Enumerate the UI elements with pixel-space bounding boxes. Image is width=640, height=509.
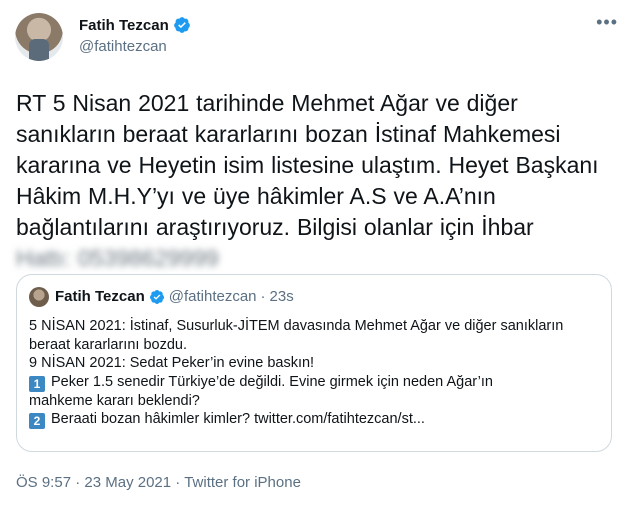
quoted-timestamp: 23s [269,288,294,305]
quoted-item-2-text: Beraati bozan hâkimler kimler? twitter.c… [51,411,425,427]
tweet-date-link[interactable]: 23 May 2021 [84,474,171,491]
tweet-source-link[interactable]: Twitter for iPhone [184,474,301,491]
quoted-tweet[interactable]: Fatih Tezcan @fatihtezcan · 23s 5 NİSAN … [16,274,612,452]
avatar-figure [29,39,49,61]
quoted-item-1-text: Peker 1.5 senedir Türkiye’de değildi. Ev… [51,373,493,390]
quoted-author-name: Fatih Tezcan [55,288,145,305]
quoted-line: 9 NİSAN 2021: Sedat Peker’in evine baskı… [29,355,315,371]
author-avatar[interactable] [15,13,63,61]
tweet-line: sanıkların beraat kararlarını bozan İsti… [16,121,561,147]
author-display-name[interactable]: Fatih Tezcan [79,17,169,34]
quoted-tweet-body: 5 NİSAN 2021: İstinaf, Susurluk-JİTEM da… [29,317,603,429]
verified-badge-icon [173,17,190,33]
tweet-time-link[interactable]: ÖS 9:57 [16,474,71,491]
quoted-author-avatar [29,287,49,307]
tweet-line-blurred-phone: Hattı: 05398629999 [16,245,219,271]
quoted-separator: · [260,288,266,305]
keycap-2-icon: 2 [29,413,45,429]
tweet-line: Hâkim M.H.Y’yı ve üye hâkimler A.S ve A.… [16,183,496,209]
verified-badge-icon [149,289,164,304]
keycap-1-icon: 1 [29,375,45,392]
tweet-card: Fatih Tezcan @fatihtezcan ••• RT 5 Nisan… [0,0,640,509]
author-handle[interactable]: @fatihtezcan [79,38,167,55]
more-icon[interactable]: ••• [596,12,618,33]
tweet-line: bağlantılarını araştırıyoruz. Bilgisi ol… [16,214,534,240]
meta-separator: · [71,474,85,491]
tweet-line: RT 5 Nisan 2021 tarihinde Mehmet Ağar ve… [16,90,518,116]
quoted-line: mahkeme kararı beklendi? [29,392,200,409]
meta-separator: · [171,474,185,491]
quoted-line: beraat kararlarını bozdu. [29,336,187,353]
quoted-line: 5 NİSAN 2021: İstinaf, Susurluk-JİTEM da… [29,318,564,334]
quoted-list-item-2: 2 Beraati bozan hâkimler kimler? twitter.… [29,410,603,429]
quoted-tweet-header: Fatih Tezcan @fatihtezcan · 23s [55,288,294,305]
tweet-meta: ÖS 9:57 · 23 May 2021 · Twitter for iPho… [16,474,301,491]
tweet-line: kararına ve Heyetin isim listesine ulaşt… [16,152,599,178]
quoted-author-handle: @fatihtezcan [168,288,257,305]
author-name-row: Fatih Tezcan [79,15,191,35]
tweet-text: RT 5 Nisan 2021 tarihinde Mehmet Ağar ve… [16,88,628,274]
quoted-list-item-1: 1 Peker 1.5 senedir Türkiye’de değildi. E… [29,373,603,392]
